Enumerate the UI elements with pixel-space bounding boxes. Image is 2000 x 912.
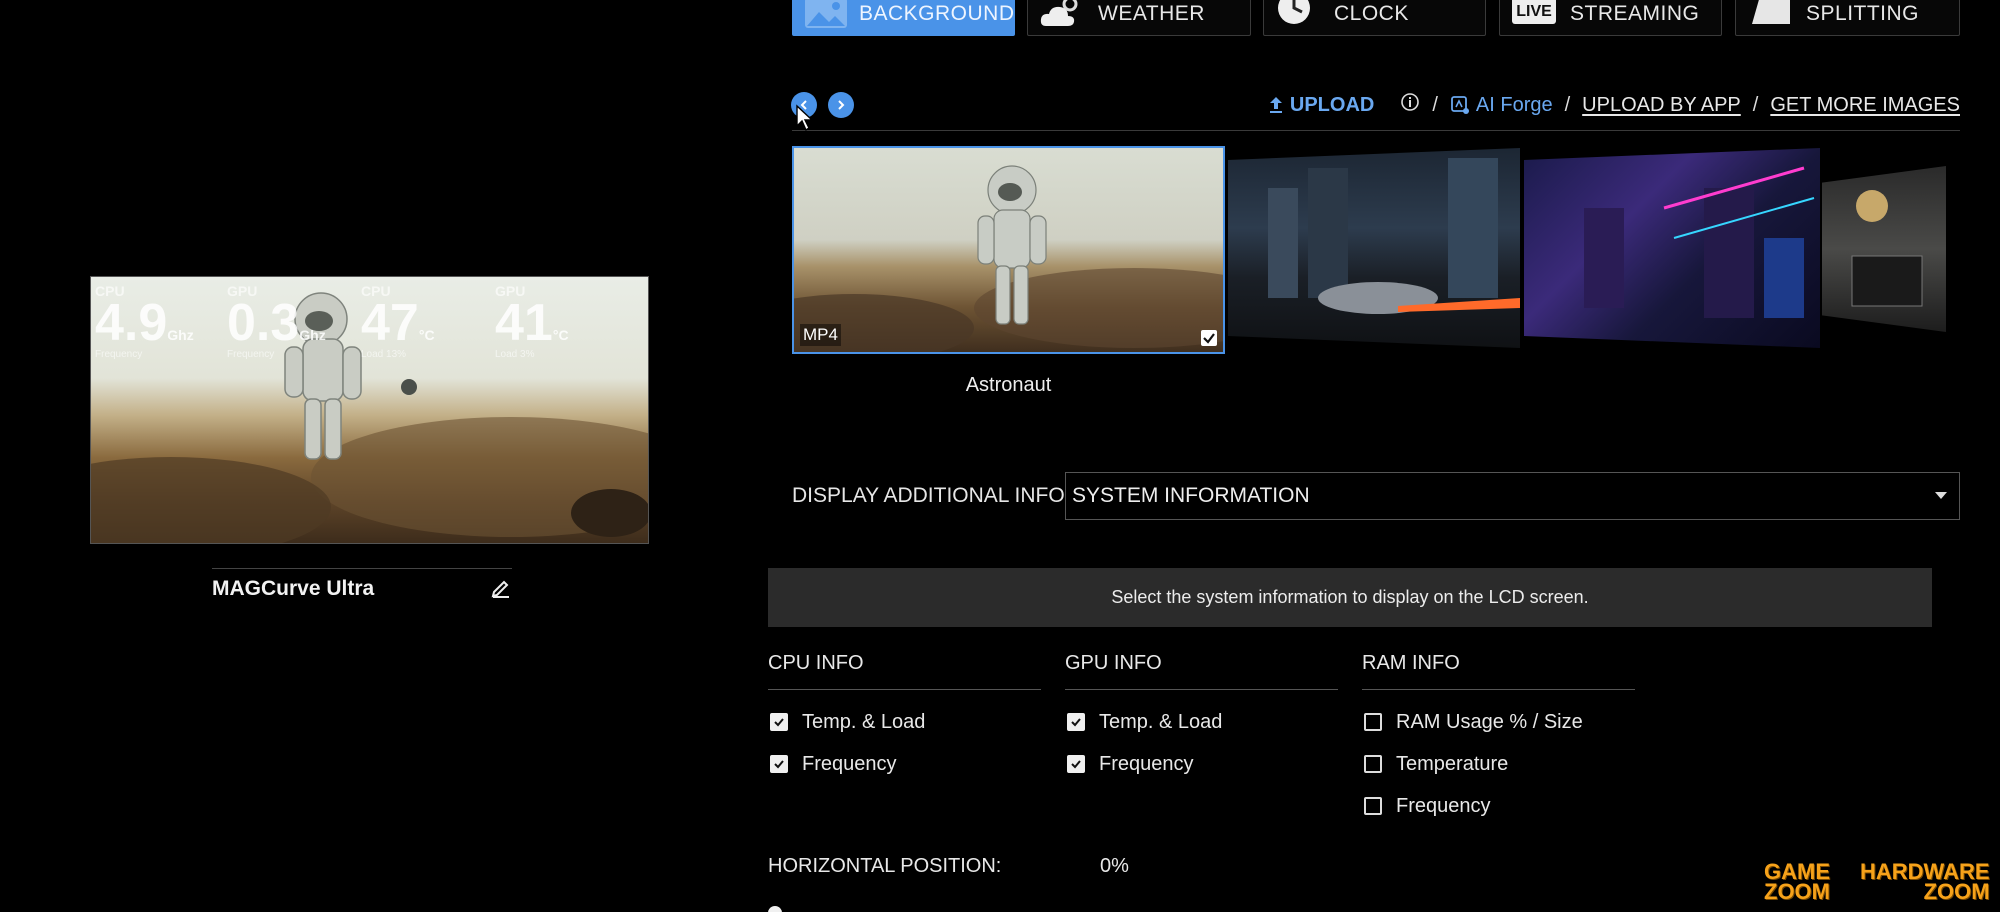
gpu-info-group: GPU INFO Temp. & Load Frequency xyxy=(1065,652,1338,784)
cpu-frequency-option[interactable]: Frequency xyxy=(768,744,1041,784)
lcd-preview: CPU 4.9Ghz Frequency GPU 0.3Ghz Frequenc… xyxy=(90,276,649,544)
tab-label: SPLITTING xyxy=(1806,2,1920,25)
tab-weather[interactable]: WEATHER xyxy=(1027,0,1251,36)
tab-clock[interactable]: CLOCK xyxy=(1263,0,1486,36)
gpu-info-title: GPU INFO xyxy=(1065,652,1338,690)
checkbox-checked[interactable] xyxy=(770,713,788,731)
upload-icon xyxy=(1269,97,1282,113)
ram-info-title: RAM INFO xyxy=(1362,652,1635,690)
checkbox-checked[interactable] xyxy=(770,755,788,773)
ram-temperature-option[interactable]: Temperature xyxy=(1362,744,1635,784)
checkbox-unchecked[interactable] xyxy=(1364,755,1382,773)
format-badge: MP4 xyxy=(800,324,841,346)
link-separator: / xyxy=(1752,93,1759,116)
watermark-hardwarezoom: HARDWARE ZOOM xyxy=(1860,859,1990,904)
tab-label: BACKGROUND xyxy=(859,2,1015,25)
thumbnail-title: Astronaut xyxy=(965,374,1052,396)
ai-forge-link[interactable]: AI Forge xyxy=(1450,94,1553,117)
link-separator: / xyxy=(1564,93,1571,116)
header-divider xyxy=(792,130,1960,131)
hud-gpu-temp: GPU 41°C Load 3% xyxy=(495,283,569,360)
checkbox-checked[interactable] xyxy=(1067,755,1085,773)
display-info-hint: Select the system information to display… xyxy=(768,568,1932,627)
horizontal-position-value: 0% xyxy=(1100,855,1129,877)
thumbnail-city-car[interactable] xyxy=(1228,148,1520,348)
carousel-next-button[interactable] xyxy=(828,92,854,118)
selected-check-icon xyxy=(1201,330,1217,346)
edit-icon[interactable] xyxy=(490,576,512,598)
info-icon[interactable] xyxy=(1400,92,1420,118)
display-info-selected: SYSTEM INFORMATION xyxy=(1072,484,1310,507)
upload-by-app-link[interactable]: UPLOAD BY APP xyxy=(1582,94,1741,117)
thumbnail-neon-room[interactable] xyxy=(1524,148,1820,348)
upload-button[interactable]: UPLOAD xyxy=(1268,94,1374,117)
hud-cpu-frequency: CPU 4.9Ghz Frequency xyxy=(95,283,194,360)
hud-gpu-frequency: GPU 0.3Ghz Frequency xyxy=(227,283,326,360)
thumbnail-room[interactable] xyxy=(1822,166,1946,332)
device-name: MAGCurve Ultra xyxy=(212,568,512,601)
tab-splitting[interactable]: SPLITTING xyxy=(1735,0,1960,36)
get-more-images-link[interactable]: GET MORE IMAGES xyxy=(1770,94,1960,117)
ram-info-group: RAM INFO RAM Usage % / Size Temperature … xyxy=(1362,652,1635,826)
split-icon xyxy=(1746,0,1796,32)
tab-label: WEATHER xyxy=(1098,2,1205,25)
weather-icon xyxy=(1038,0,1088,32)
tab-label: STREAMING xyxy=(1570,2,1700,25)
horizontal-position-slider[interactable] xyxy=(768,906,782,912)
tab-background[interactable]: BACKGROUND xyxy=(792,0,1015,36)
cpu-temp-load-option[interactable]: Temp. & Load xyxy=(768,702,1041,742)
link-separator: / xyxy=(1432,93,1438,116)
tab-streaming[interactable]: LIVE STREAMING xyxy=(1499,0,1722,36)
horizontal-position-label: HORIZONTAL POSITION: xyxy=(768,855,1002,877)
system-info-overlay: CPU 4.9Ghz Frequency GPU 0.3Ghz Frequenc… xyxy=(91,277,648,377)
cpu-info-group: CPU INFO Temp. & Load Frequency xyxy=(768,652,1041,784)
cpu-info-title: CPU INFO xyxy=(768,652,1041,690)
checkbox-checked[interactable] xyxy=(1067,713,1085,731)
thumbnail-astronaut[interactable]: MP4 xyxy=(792,146,1225,354)
checkbox-unchecked[interactable] xyxy=(1364,713,1382,731)
gpu-temp-load-option[interactable]: Temp. & Load xyxy=(1065,702,1338,742)
gpu-frequency-option[interactable]: Frequency xyxy=(1065,744,1338,784)
checkbox-unchecked[interactable] xyxy=(1364,797,1382,815)
image-icon xyxy=(803,0,849,32)
caret-down-icon xyxy=(1935,492,1947,499)
svg-text:LIVE: LIVE xyxy=(1516,3,1552,20)
display-additional-info-label: DISPLAY ADDITIONAL INFO xyxy=(792,484,1065,507)
ram-usage-option[interactable]: RAM Usage % / Size xyxy=(1362,702,1635,742)
tab-label: CLOCK xyxy=(1334,2,1409,25)
display-info-select[interactable]: SYSTEM INFORMATION xyxy=(1065,472,1960,520)
ai-forge-icon xyxy=(1451,96,1469,114)
live-icon: LIVE xyxy=(1510,0,1560,32)
clock-icon xyxy=(1274,0,1324,32)
image-source-links: UPLOAD / AI Forge / UPLOAD BY APP / GET … xyxy=(1268,92,1960,118)
mouse-cursor-icon xyxy=(796,104,814,132)
chevron-right-icon xyxy=(838,100,845,110)
hud-cpu-temp: CPU 47°C Load 13% xyxy=(361,283,435,360)
watermark-gamezoom: GAME ZOOM xyxy=(1764,859,1830,904)
ram-frequency-option[interactable]: Frequency xyxy=(1362,786,1635,826)
